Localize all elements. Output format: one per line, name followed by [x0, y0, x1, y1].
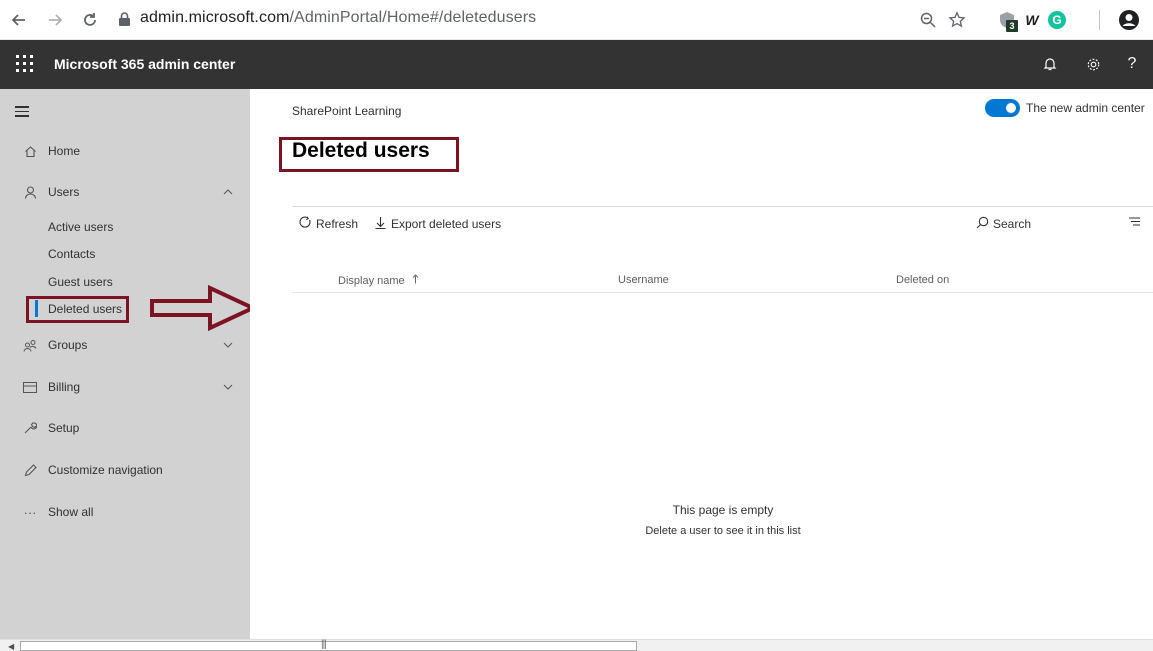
grammarly-letter: G — [1048, 11, 1066, 29]
group-icon — [22, 337, 38, 353]
nav-contacts[interactable]: Contacts — [48, 247, 95, 261]
chevron-down-icon[interactable] — [223, 381, 233, 393]
url-path: /AdminPortal/Home#/deletedusers — [289, 9, 537, 26]
extension-w-icon[interactable]: W — [1020, 8, 1044, 32]
url-host: admin.microsoft.com — [140, 9, 290, 26]
nav-setup-label: Setup — [48, 421, 80, 435]
toggle-switch[interactable] — [985, 99, 1020, 117]
nav-billing[interactable]: Billing — [0, 372, 250, 402]
search-button[interactable]: Search — [976, 216, 1031, 232]
empty-state-subtitle: Delete a user to see it in this list — [645, 525, 801, 537]
more-icon: ··· — [23, 504, 37, 520]
browser-toolbar: admin.microsoft.com/AdminPortal/Home#/de… — [0, 0, 1153, 40]
sidebar-nav: Home Users Active users Contacts Guest u… — [0, 89, 250, 639]
divider — [292, 206, 1153, 207]
column-deleted-on[interactable]: Deleted on — [896, 274, 949, 286]
admin-header: Microsoft 365 admin center ? — [0, 40, 1153, 89]
nav-setup[interactable]: Setup — [0, 413, 250, 443]
grammarly-icon[interactable]: G — [1045, 8, 1069, 32]
filter-icon[interactable] — [1128, 216, 1141, 227]
address-bar[interactable]: admin.microsoft.com/AdminPortal/Home#/de… — [140, 9, 536, 27]
empty-state-title: This page is empty — [672, 503, 774, 517]
search-icon — [976, 216, 989, 232]
extension-shield-icon[interactable]: 3 — [994, 8, 1020, 32]
extension-badge: 3 — [1006, 20, 1018, 32]
column-username[interactable]: Username — [618, 274, 669, 286]
new-admin-toggle[interactable]: The new admin center — [985, 99, 1145, 117]
grip-icon: ||| — [321, 639, 327, 650]
nav-home[interactable]: Home — [0, 136, 250, 166]
main-content: SharePoint Learning The new admin center… — [250, 89, 1153, 639]
hamburger-icon[interactable] — [15, 106, 29, 120]
help-icon[interactable]: ? — [1122, 54, 1142, 74]
page-title: Deleted users — [292, 139, 430, 162]
profile-icon[interactable] — [1117, 8, 1141, 32]
nav-guest-users[interactable]: Guest users — [48, 275, 113, 289]
export-label: Export deleted users — [391, 217, 502, 231]
search-label: Search — [993, 217, 1032, 231]
toggle-label: The new admin center — [1026, 101, 1145, 115]
annotation-box-nav — [26, 296, 129, 323]
nav-active-users[interactable]: Active users — [48, 220, 113, 234]
chevron-down-icon[interactable] — [223, 339, 233, 351]
back-icon[interactable] — [8, 9, 30, 31]
horizontal-scrollbar[interactable]: ◀ ||| — [0, 639, 1153, 651]
annotation-arrow — [150, 285, 256, 331]
user-icon — [22, 184, 38, 200]
lock-icon — [118, 12, 131, 32]
scroll-left-icon[interactable]: ◀ — [8, 642, 14, 651]
pencil-icon — [22, 462, 38, 478]
app-title[interactable]: Microsoft 365 admin center — [54, 56, 235, 72]
header-divider — [292, 292, 1153, 293]
reload-icon[interactable] — [79, 9, 101, 31]
export-deleted-users-button[interactable]: Export deleted users — [374, 216, 501, 232]
nav-customize-label: Customize navigation — [48, 463, 163, 477]
toolbar-separator — [1099, 10, 1100, 30]
sort-up-icon — [412, 274, 419, 287]
nav-users[interactable]: Users — [0, 177, 250, 207]
refresh-icon — [299, 216, 312, 232]
nav-groups[interactable]: Groups — [0, 330, 250, 360]
billing-icon — [22, 379, 38, 395]
nav-users-label: Users — [48, 185, 80, 199]
scroll-thumb[interactable]: ||| — [20, 639, 637, 651]
nav-billing-label: Billing — [48, 380, 81, 394]
column-display-name[interactable]: Display name — [338, 274, 419, 287]
org-name: SharePoint Learning — [292, 104, 402, 118]
nav-customize[interactable]: Customize navigation — [0, 455, 250, 485]
home-icon — [22, 143, 38, 159]
waffle-icon[interactable] — [16, 55, 34, 73]
bell-icon[interactable] — [1040, 54, 1060, 74]
setup-icon — [22, 420, 38, 436]
nav-show-all-label: Show all — [48, 505, 94, 519]
nav-show-all[interactable]: ··· Show all — [0, 497, 250, 527]
column-display-name-label: Display name — [338, 275, 405, 287]
refresh-label: Refresh — [316, 217, 359, 231]
forward-icon[interactable] — [44, 9, 66, 31]
chevron-up-icon[interactable] — [223, 186, 233, 198]
refresh-button[interactable]: Refresh — [299, 216, 358, 232]
nav-home-label: Home — [48, 144, 81, 158]
zoom-icon[interactable] — [916, 8, 940, 32]
download-icon — [374, 216, 387, 232]
star-icon[interactable] — [945, 8, 969, 32]
gear-icon[interactable] — [1083, 54, 1103, 74]
nav-groups-label: Groups — [48, 338, 88, 352]
